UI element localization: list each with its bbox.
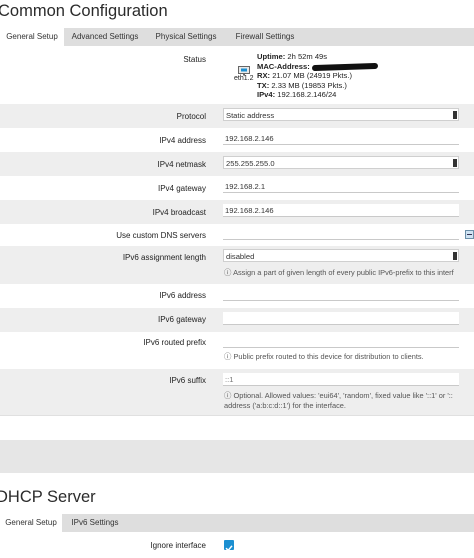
ipv4-netmask-label: IPv4 netmask [157, 160, 206, 169]
ipv6-assignment-select[interactable]: disabled [223, 249, 459, 262]
protocol-row: Protocol Static address [0, 104, 474, 128]
status-label: Status [183, 55, 206, 64]
ipv4-broadcast-row: IPv4 broadcast 192.168.2.146 [0, 200, 474, 224]
mac-address-label: MAC-Address: [257, 61, 310, 71]
checkmark-icon [225, 545, 233, 552]
custom-dns-row: Use custom DNS servers [0, 224, 474, 246]
ipv6-suffix-hint: ⓘ Optional. Allowed values: 'eui64', 'ra… [224, 391, 453, 411]
ipv6-routed-prefix-hint: ⓘ Public prefix routed to this device fo… [224, 352, 424, 362]
ipv4-gateway-input[interactable]: 192.168.2.1 [223, 180, 459, 193]
ipv4-netmask-value: 255.255.255.0 [226, 159, 275, 168]
ipv4-gateway-row: IPv4 gateway 192.168.2.1 [0, 176, 474, 200]
ipv4-address-input[interactable]: 192.168.2.146 [223, 132, 459, 145]
protocol-label: Protocol [176, 112, 206, 121]
info-icon: ⓘ [224, 352, 232, 361]
section-footer-bar [0, 440, 474, 473]
ipv4-gateway-label: IPv4 gateway [157, 184, 206, 193]
chevron-down-icon [453, 111, 457, 119]
ipv6-assignment-label: IPv6 assignment length [122, 253, 206, 262]
ipv4-broadcast-input[interactable]: 192.168.2.146 [223, 204, 459, 217]
ipv6-suffix-hint-line2: address ('a:b:c:d::1') for the interface… [224, 401, 346, 410]
ipv4-address-label: IPv4 address [159, 136, 206, 145]
tab-advanced-settings[interactable]: Advanced Settings [64, 28, 146, 46]
dhcp-tab-bar: General Setup IPv6 Settings [0, 514, 474, 533]
ipv4-value: 192.168.2.146/24 [277, 90, 337, 99]
ipv6-assignment-hint-text: Assign a part of given length of every p… [233, 268, 454, 277]
custom-dns-input[interactable] [223, 227, 459, 240]
ipv6-gateway-row: IPv6 gateway [0, 308, 474, 332]
tab-general-setup[interactable]: General Setup [0, 28, 64, 47]
ipv4-label: IPv4: [257, 90, 276, 99]
rx-value: 21.07 MB (24919 Pkts.) [272, 71, 352, 80]
common-tab-bar: General Setup Advanced Settings Physical… [0, 28, 474, 47]
ipv6-suffix-row: IPv6 suffix ⓘ Optional. Allowed values: … [0, 369, 474, 415]
network-port-icon [238, 63, 250, 76]
tx-value: 2.33 MB (19853 Pkts.) [271, 80, 347, 90]
tab-dhcp-general-setup[interactable]: General Setup [0, 514, 62, 533]
protocol-select[interactable]: Static address [223, 108, 459, 121]
section-title-dhcp: DHCP Server [0, 488, 96, 506]
tx-label: TX: [257, 80, 270, 90]
custom-dns-label: Use custom DNS servers [116, 231, 206, 240]
ipv4-netmask-row: IPv4 netmask 255.255.255.0 [0, 152, 474, 176]
info-icon: ⓘ [224, 391, 232, 400]
ipv6-address-label: IPv6 address [159, 291, 206, 300]
ipv6-gateway-label: IPv6 gateway [157, 315, 206, 324]
ipv6-assignment-value: disabled [226, 252, 255, 261]
ipv6-gateway-input[interactable] [223, 312, 459, 325]
rx-label: RX: [257, 71, 271, 80]
ipv6-address-input[interactable] [223, 288, 459, 301]
status-row: Status eth1.2 Uptime: 2h 52m 49s MAC-Add… [0, 47, 474, 104]
mac-redaction-scribble [311, 62, 378, 71]
section-divider [0, 415, 474, 441]
ignore-interface-label: Ignore interface [150, 541, 206, 550]
ipv6-routed-prefix-input[interactable] [223, 335, 459, 348]
chevron-down-icon [453, 159, 457, 167]
ipv4-address-row: IPv4 address 192.168.2.146 [0, 128, 474, 152]
section-title-common: Common Configuration [0, 2, 168, 20]
tab-dhcp-ipv6-settings[interactable]: IPv6 Settings [62, 514, 128, 532]
add-entry-icon[interactable] [465, 226, 474, 239]
ipv6-routed-prefix-label: IPv6 routed prefix [143, 338, 206, 347]
ipv6-routed-prefix-row: IPv6 routed prefix ⓘ Public prefix route… [0, 332, 474, 369]
device-name: eth1.2 [234, 75, 254, 82]
ignore-interface-checkbox[interactable] [224, 540, 234, 552]
chevron-down-icon [453, 252, 457, 260]
ipv4-netmask-select[interactable]: 255.255.255.0 [223, 156, 459, 169]
uptime-value: 2h 52m 49s [287, 52, 328, 61]
tab-physical-settings[interactable]: Physical Settings [146, 28, 226, 46]
uptime-label: Uptime: [257, 52, 286, 61]
ipv6-address-row: IPv6 address [0, 284, 474, 308]
ipv6-assignment-hint: ⓘ Assign a part of given length of every… [224, 268, 454, 278]
ipv4-broadcast-label: IPv4 broadcast [152, 208, 206, 217]
tab-firewall-settings[interactable]: Firewall Settings [226, 28, 304, 46]
ipv6-routed-prefix-hint-text: Public prefix routed to this device for … [233, 352, 424, 361]
ipv6-assignment-row: IPv6 assignment length disabled ⓘ Assign… [0, 246, 474, 284]
ignore-interface-row: Ignore interface [0, 533, 474, 553]
ipv6-suffix-input[interactable] [223, 373, 459, 386]
info-icon: ⓘ [224, 268, 232, 277]
status-details: Uptime: 2h 52m 49s MAC-Address: RX: 21.0… [257, 52, 378, 100]
protocol-value: Static address [226, 111, 275, 120]
ipv6-suffix-hint-line1: Optional. Allowed values: 'eui64', 'rand… [233, 391, 453, 400]
ipv6-suffix-label: IPv6 suffix [169, 376, 206, 385]
